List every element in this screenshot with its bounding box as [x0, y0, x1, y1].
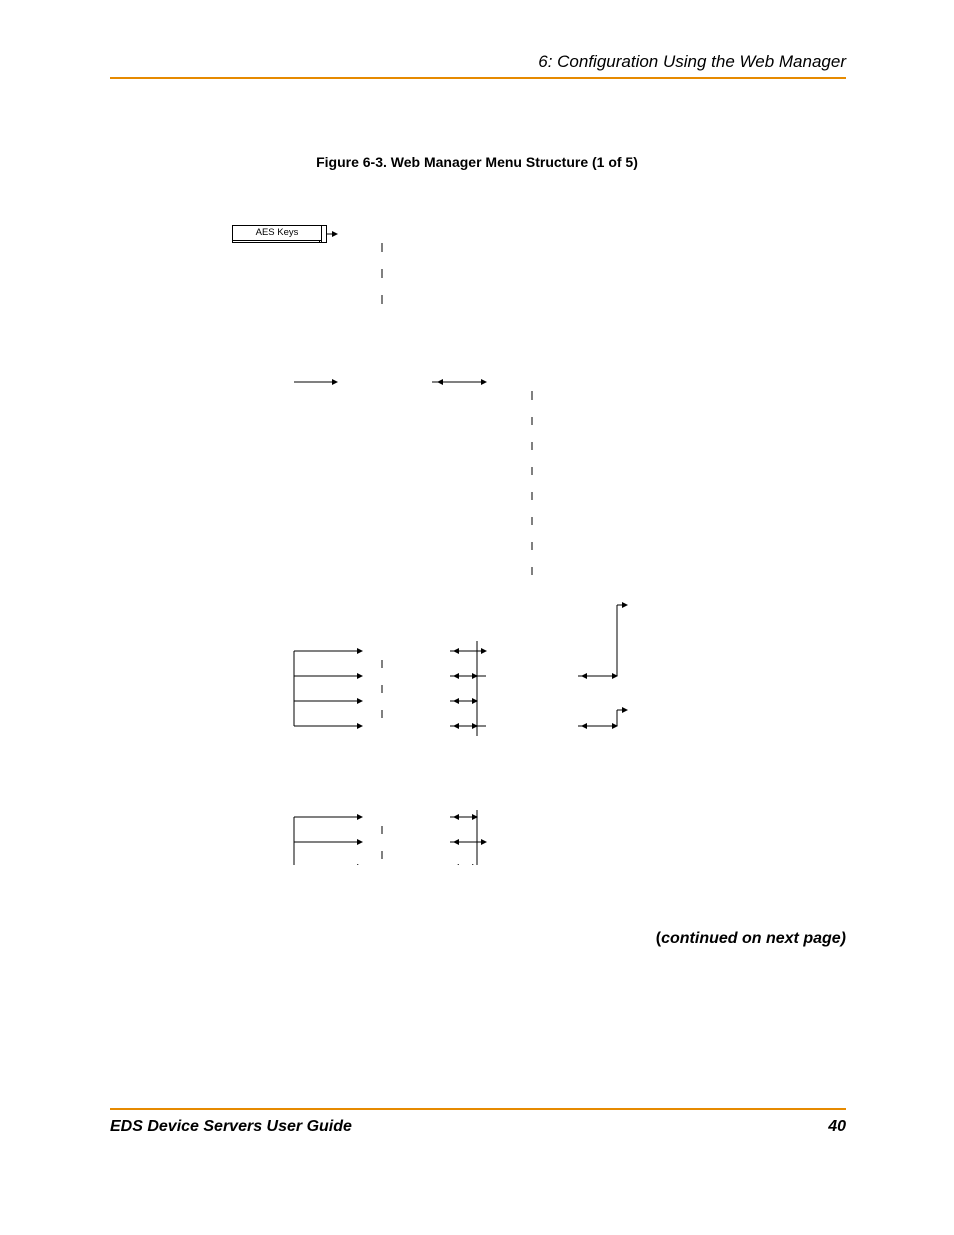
header-rule	[110, 77, 846, 79]
connector-lines	[232, 225, 842, 865]
page-header: 6: Configuration Using the Web Manager	[110, 52, 846, 72]
figure-caption: Figure 6-3. Web Manager Menu Structure (…	[0, 154, 954, 170]
continued-text: continued on next page)	[661, 930, 846, 947]
footer-rule	[110, 1108, 846, 1110]
footer-title: EDS Device Servers User Guide	[110, 1118, 352, 1136]
tunnel-sub: AES Keys	[232, 225, 322, 241]
menu-structure-diagram: Status Product Information Network Setti…	[232, 225, 842, 865]
page-number: 40	[828, 1118, 846, 1136]
continued-note: (continued on next page)	[656, 930, 846, 948]
